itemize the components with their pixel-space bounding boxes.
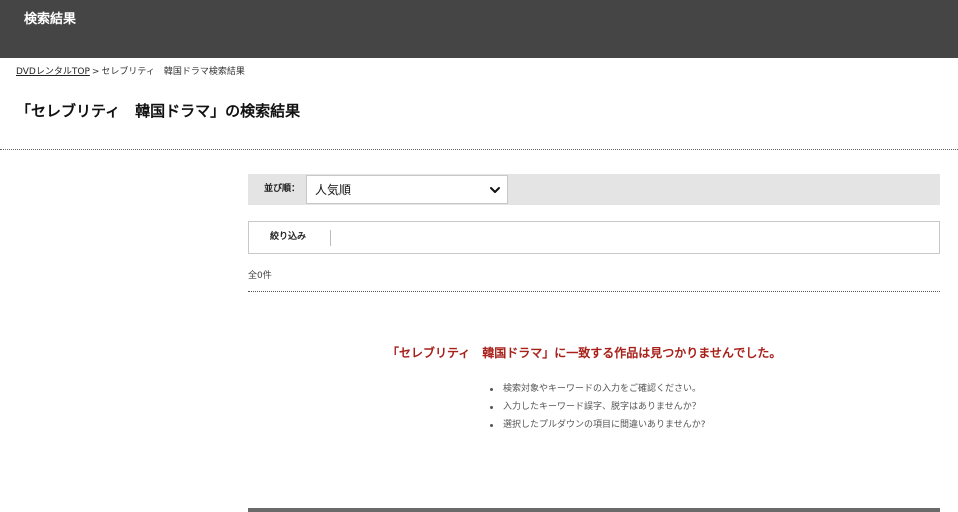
sort-select[interactable]: 人気順	[306, 175, 508, 204]
page-title: 「セレブリティ 韓国ドラマ」の検索結果	[16, 102, 301, 120]
chevron-down-icon	[490, 187, 500, 193]
breadcrumb: DVDレンタルTOP > セレブリティ 韓国ドラマ検索結果	[16, 66, 245, 78]
breadcrumb-separator: >	[91, 67, 100, 77]
title-divider	[0, 149, 958, 150]
breadcrumb-home-link[interactable]: DVDレンタルTOP	[16, 67, 90, 77]
breadcrumb-current: セレブリティ 韓国ドラマ検索結果	[101, 67, 245, 77]
no-results-hints: 検索対象やキーワードの入力をご確認ください。 入力したキーワード誤字、脱字はあり…	[487, 380, 706, 434]
filter-box: 絞り込み	[248, 221, 940, 254]
filter-divider	[330, 230, 331, 246]
result-count-divider	[248, 291, 940, 292]
sort-select-value: 人気順	[315, 183, 352, 197]
no-results-message: 「セレブリティ 韓国ドラマ」に一致する作品は見つかりませんでした。	[387, 346, 782, 360]
page: 検索結果 DVDレンタルTOP > セレブリティ 韓国ドラマ検索結果 「セレブリティ…	[0, 0, 958, 512]
hint-item: 入力したキーワード誤字、脱字はありませんか？	[487, 398, 706, 416]
sort-bar: 並び順： 人気順	[248, 174, 940, 205]
result-count: 全0件	[248, 271, 272, 281]
bottom-bar	[248, 508, 940, 512]
sort-label: 並び順：	[264, 184, 301, 194]
hint-item: 検索対象やキーワードの入力をご確認ください。	[487, 380, 706, 398]
header-bar: 検索結果	[0, 0, 958, 58]
hint-item: 選択したプルダウンの項目に間違いありませんか?	[487, 416, 706, 434]
filter-toggle[interactable]: 絞り込み	[270, 231, 306, 243]
header-title: 検索結果	[24, 12, 77, 27]
